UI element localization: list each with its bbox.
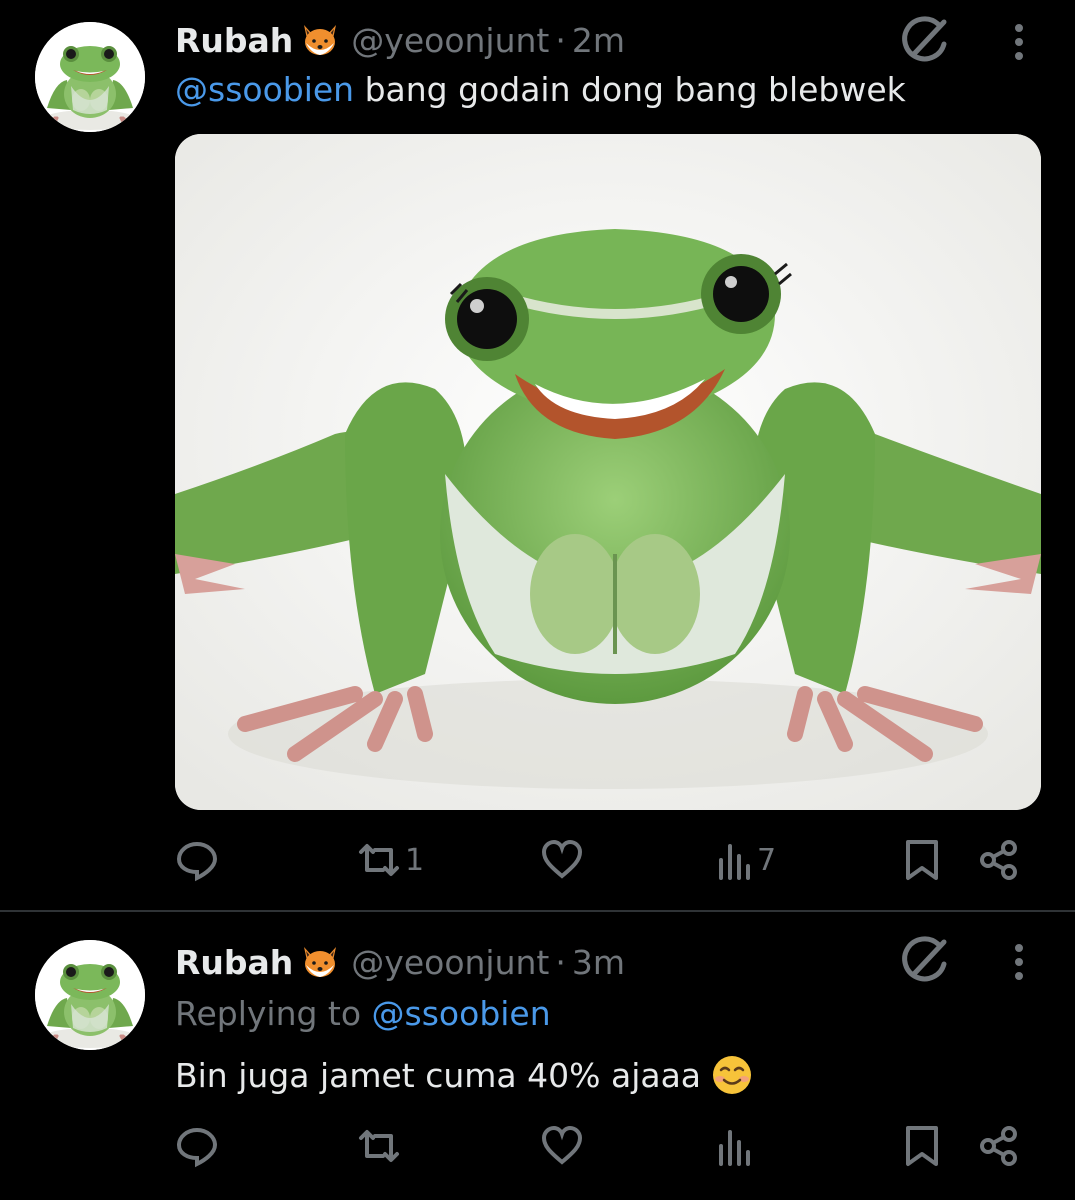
views-button[interactable]: 7	[715, 834, 776, 886]
bookmark-button[interactable]	[902, 1120, 942, 1172]
separator-dot: ·	[555, 942, 566, 982]
retweet-button[interactable]: 1	[355, 834, 424, 886]
frog-avatar[interactable]	[35, 22, 145, 132]
frog-avatar[interactable]	[35, 940, 145, 1050]
tweet[interactable]: Rubah @yeoonjunt · 2m @ssoobien bang god…	[0, 0, 1075, 910]
views-button[interactable]	[715, 1120, 757, 1172]
user-handle[interactable]: @yeoonjunt	[351, 943, 549, 982]
tweet-header: Rubah @yeoonjunt · 2m	[175, 18, 625, 62]
display-name[interactable]: Rubah	[175, 943, 293, 982]
views-icon	[719, 844, 750, 880]
grok-icon[interactable]	[900, 14, 952, 66]
share-button[interactable]	[977, 834, 1021, 886]
timestamp[interactable]: 3m	[572, 943, 625, 982]
tweet-text: @ssoobien bang godain dong bang blebwek	[175, 70, 906, 109]
mention-link[interactable]: @ssoobien	[175, 70, 354, 109]
like-button[interactable]	[540, 834, 584, 886]
fox-emoji	[301, 23, 339, 57]
views-icon	[719, 1130, 750, 1166]
like-button[interactable]	[540, 1120, 584, 1172]
action-bar	[175, 1120, 1035, 1172]
smiling-emoji	[713, 1056, 752, 1094]
tweet[interactable]: Rubah @yeoonjunt · 3m Replying to @ssoob…	[0, 912, 1075, 1200]
frog-photo	[175, 134, 1041, 810]
reply-button[interactable]	[175, 834, 219, 886]
share-icon	[980, 840, 1017, 880]
share-icon	[980, 1126, 1017, 1166]
action-bar: 1 7	[175, 834, 1035, 886]
fox-emoji	[301, 945, 339, 979]
separator-dot: ·	[555, 20, 566, 60]
reply-icon	[176, 841, 218, 882]
reply-button[interactable]	[175, 1120, 219, 1172]
user-handle[interactable]: @yeoonjunt	[351, 21, 549, 60]
grok-icon[interactable]	[900, 934, 952, 986]
replying-prefix: Replying to	[175, 994, 372, 1033]
retweet-button[interactable]	[355, 1120, 405, 1172]
mention-link[interactable]: @ssoobien	[372, 994, 551, 1033]
bookmark-icon	[906, 1126, 938, 1166]
tweet-body: Bin juga jamet cuma 40% ajaaa	[175, 1055, 702, 1095]
more-icon[interactable]	[1004, 940, 1034, 984]
retweet-count: 1	[405, 842, 425, 878]
like-icon	[541, 1125, 583, 1165]
retweet-icon	[359, 844, 399, 876]
timestamp[interactable]: 2m	[572, 21, 625, 60]
share-button[interactable]	[977, 1120, 1021, 1172]
tweet-body: bang godain dong bang blebwek	[354, 70, 906, 109]
like-icon	[541, 839, 583, 879]
replying-to: Replying to @ssoobien	[175, 994, 551, 1033]
tweet-header: Rubah @yeoonjunt · 3m	[175, 940, 625, 984]
display-name[interactable]: Rubah	[175, 21, 293, 60]
reply-icon	[176, 1127, 218, 1168]
bookmark-button[interactable]	[902, 834, 942, 886]
retweet-icon	[359, 1130, 399, 1162]
more-icon[interactable]	[1004, 20, 1034, 64]
tweet-text: Bin juga jamet cuma 40% ajaaa	[175, 1054, 753, 1096]
views-count: 7	[757, 842, 777, 878]
bookmark-icon	[906, 840, 938, 880]
tweet-image[interactable]	[175, 134, 1041, 810]
